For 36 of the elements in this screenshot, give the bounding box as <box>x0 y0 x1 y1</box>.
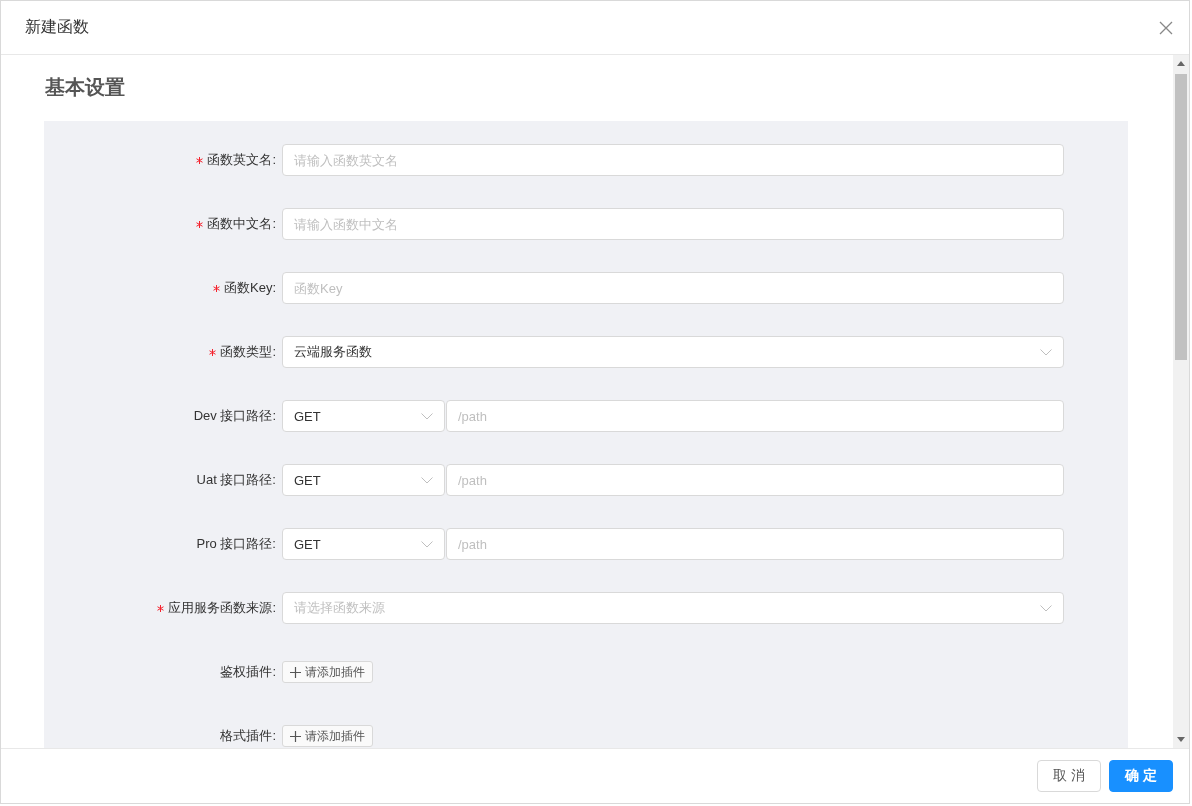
section-title: 基本设置 <box>45 75 126 100</box>
select-field[interactable]: 云端服务函数 <box>282 336 1064 368</box>
plus-icon <box>290 666 301 678</box>
scroll-up-arrow-icon[interactable] <box>1177 61 1185 66</box>
field-label: 函数中文名: <box>207 215 276 233</box>
field-label: Dev 接口路径: <box>193 407 276 425</box>
chevron-down-icon <box>1040 604 1052 612</box>
scrollbar[interactable] <box>1173 55 1189 748</box>
field-label: 函数Key: <box>224 279 276 297</box>
scroll-down-arrow-icon[interactable] <box>1177 737 1185 742</box>
text-input[interactable]: 请输入函数中文名 <box>282 208 1064 240</box>
path-input[interactable]: /path <box>446 528 1064 560</box>
chevron-down-icon <box>421 540 433 548</box>
add-plugin-button[interactable]: 请添加插件 <box>282 725 373 747</box>
field-label: 应用服务函数来源: <box>168 599 276 617</box>
chevron-down-icon <box>421 476 433 484</box>
chevron-down-icon <box>1040 348 1052 356</box>
field-label: Pro 接口路径: <box>196 535 276 553</box>
field-label: 格式插件: <box>220 727 276 745</box>
path-input[interactable]: /path <box>446 400 1064 432</box>
dialog-title: 新建函数 <box>25 17 89 37</box>
cancel-button[interactable]: 取 消 <box>1037 760 1102 792</box>
close-icon[interactable] <box>1159 20 1173 35</box>
method-select[interactable]: GET <box>282 400 445 432</box>
text-input[interactable]: 函数Key <box>282 272 1064 304</box>
field-label: 函数类型: <box>220 343 276 361</box>
add-plugin-button[interactable]: 请添加插件 <box>282 661 373 683</box>
plus-icon <box>290 730 301 742</box>
chevron-down-icon <box>421 412 433 420</box>
path-input[interactable]: /path <box>446 464 1064 496</box>
field-label: 鉴权插件: <box>220 663 276 681</box>
field-label: Uat 接口路径: <box>196 471 276 489</box>
text-input[interactable]: 请输入函数英文名 <box>282 144 1064 176</box>
field-label: 函数英文名: <box>207 151 276 169</box>
method-select[interactable]: GET <box>282 464 445 496</box>
method-select[interactable]: GET <box>282 528 445 560</box>
